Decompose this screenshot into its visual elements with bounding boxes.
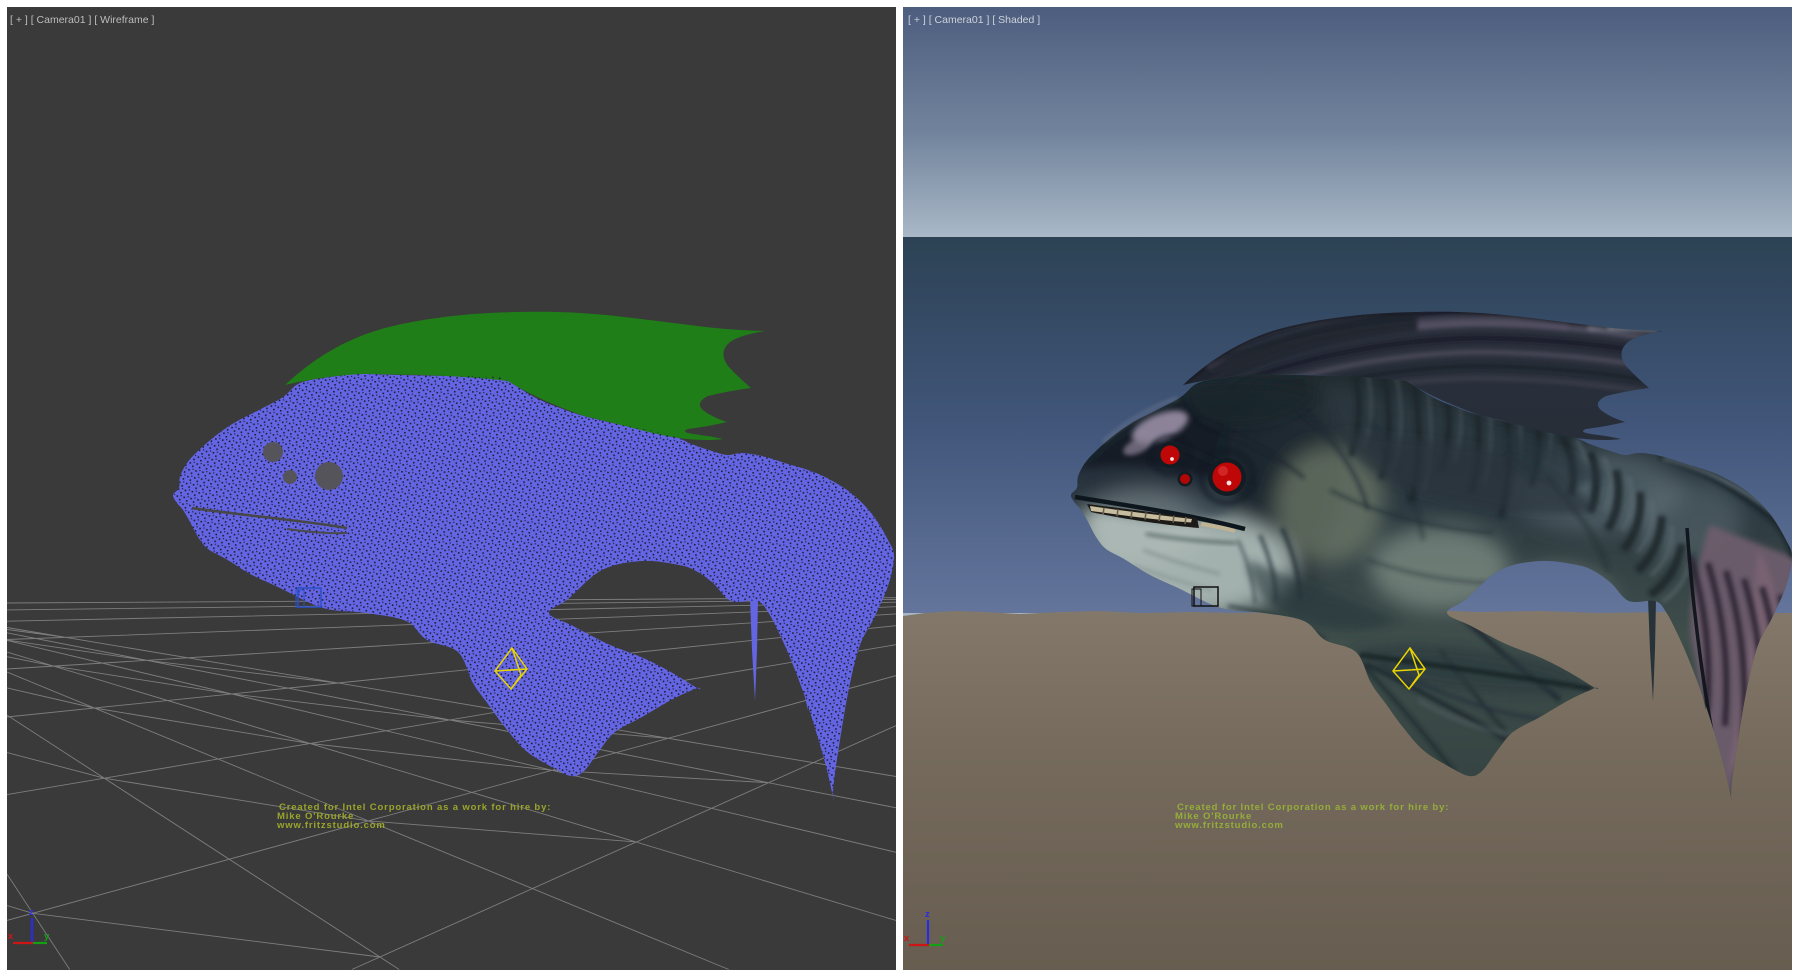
svg-text:x: x (8, 931, 14, 942)
svg-text:z: z (29, 907, 34, 918)
svg-text:z: z (925, 909, 930, 920)
svg-text:y: y (940, 933, 946, 944)
svg-text:[ + ] [ Camera01 ] [ Wireframe: [ + ] [ Camera01 ] [ Wireframe ] (10, 14, 154, 26)
svg-text:www.fritzstudio.com: www.fritzstudio.com (276, 820, 386, 831)
svg-text:www.fritzstudio.com: www.fritzstudio.com (1174, 820, 1284, 831)
svg-text:x: x (904, 933, 910, 944)
svg-text:y: y (44, 931, 50, 942)
svg-text:[ + ] [ Camera01 ] [ Shaded ]: [ + ] [ Camera01 ] [ Shaded ] (908, 14, 1040, 26)
